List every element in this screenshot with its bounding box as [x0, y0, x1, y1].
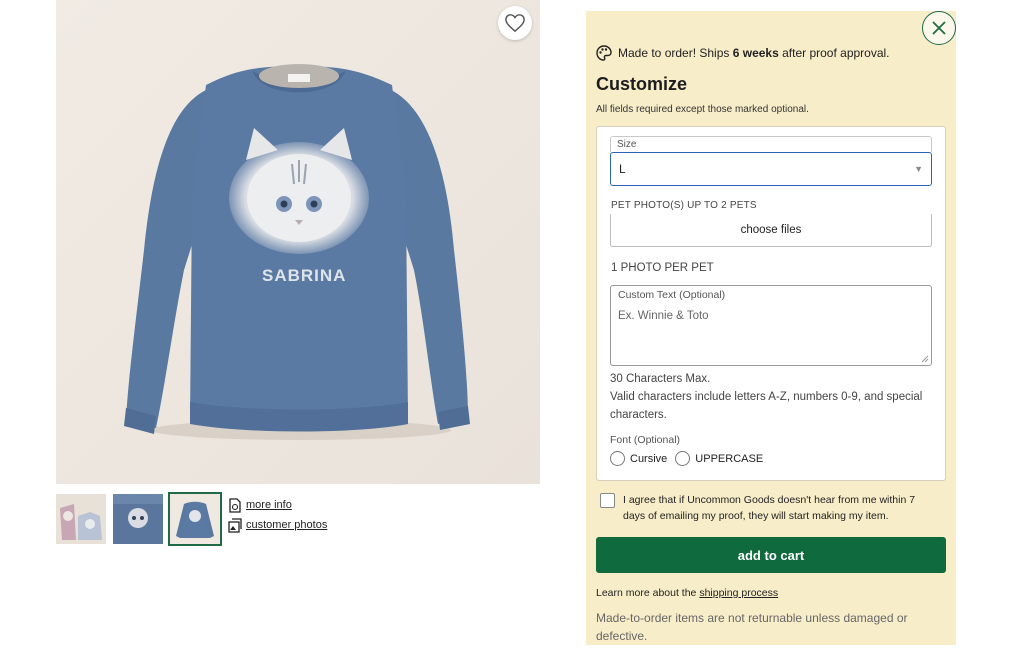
char-max-note: 30 Characters Max.: [610, 373, 711, 385]
photo-per-pet-note: 1 PHOTO PER PET: [611, 262, 714, 274]
thumbnail-1[interactable]: [56, 494, 106, 544]
add-to-cart-button[interactable]: add to cart: [596, 537, 946, 573]
photos-icon: [228, 517, 242, 533]
agreement-text: I agree that if Uncommon Goods doesn't h…: [623, 494, 916, 522]
font-options: Cursive UPPERCASE: [610, 451, 763, 466]
close-icon: [932, 21, 946, 35]
resize-grip-icon[interactable]: [921, 355, 929, 363]
palette-icon: [596, 45, 612, 61]
custom-text-input[interactable]: [618, 310, 923, 358]
ship-note-prefix: Made to order! Ships: [618, 46, 733, 60]
pet-photo-label: PET PHOTO(S) UP TO 2 PETS: [611, 200, 757, 211]
thumbnail-sweater-cat: [170, 494, 220, 544]
more-info-link[interactable]: more info: [228, 495, 327, 515]
close-button[interactable]: [922, 11, 956, 45]
more-info-label: more info: [246, 499, 292, 511]
extra-links: more info customer photos: [228, 495, 327, 535]
learn-more-note: Learn more about the shipping process: [596, 587, 778, 599]
size-value: L: [619, 162, 626, 176]
chevron-down-icon: ▼: [914, 164, 923, 174]
thumbnail-pink-sweaters: [56, 494, 106, 544]
sweater-illustration: [56, 0, 540, 484]
thumbnail-strip: [56, 492, 222, 546]
customer-photos-label: customer photos: [246, 519, 328, 531]
thumbnail-blue-sweater-flat: [113, 494, 163, 544]
required-note: All fields required except those marked …: [596, 104, 809, 115]
return-policy-note: Made-to-order items are not returnable u…: [596, 611, 908, 643]
customer-photos-link[interactable]: customer photos: [228, 515, 327, 535]
favorite-button[interactable]: [498, 6, 532, 40]
font-label: Font (Optional): [610, 434, 681, 446]
choose-files-button[interactable]: choose files: [610, 214, 932, 247]
agreement-checkbox[interactable]: [600, 493, 615, 508]
font-option-cursive[interactable]: Cursive: [610, 451, 667, 466]
thumbnail-3[interactable]: [168, 492, 222, 546]
shipping-process-link[interactable]: shipping process: [699, 587, 778, 599]
size-select[interactable]: L ▼: [610, 152, 932, 186]
font-option-uppercase[interactable]: UPPERCASE: [675, 451, 763, 466]
size-label: Size: [610, 136, 932, 152]
custom-text-rules: 30 Characters Max. Valid characters incl…: [610, 370, 930, 424]
custom-text-field: Custom Text (Optional): [610, 285, 932, 366]
ship-note-suffix: after proof approval.: [778, 46, 890, 60]
radio-button[interactable]: [675, 451, 691, 466]
customize-title: Customize: [596, 74, 688, 94]
valid-chars-note: Valid characters include letters A-Z, nu…: [610, 391, 923, 421]
font-option-label: Cursive: [630, 452, 668, 465]
size-field: Size L ▼: [610, 136, 932, 186]
document-info-icon: [229, 497, 241, 513]
agreement-row: I agree that if Uncommon Goods doesn't h…: [600, 492, 940, 524]
product-image: SABRINA: [56, 0, 540, 484]
custom-text-label: Custom Text (Optional): [618, 289, 726, 301]
thumbnail-2[interactable]: [113, 494, 163, 544]
ship-note-weeks: 6 weeks: [732, 46, 779, 60]
learn-more-prefix: Learn more about the: [596, 587, 700, 599]
heart-icon: [505, 14, 525, 33]
radio-button[interactable]: [610, 451, 625, 466]
sweater-personalization-text: SABRINA: [262, 266, 347, 285]
shipping-note: Made to order! Ships 6 weeks after proof…: [596, 45, 890, 61]
font-option-label: UPPERCASE: [695, 452, 764, 465]
